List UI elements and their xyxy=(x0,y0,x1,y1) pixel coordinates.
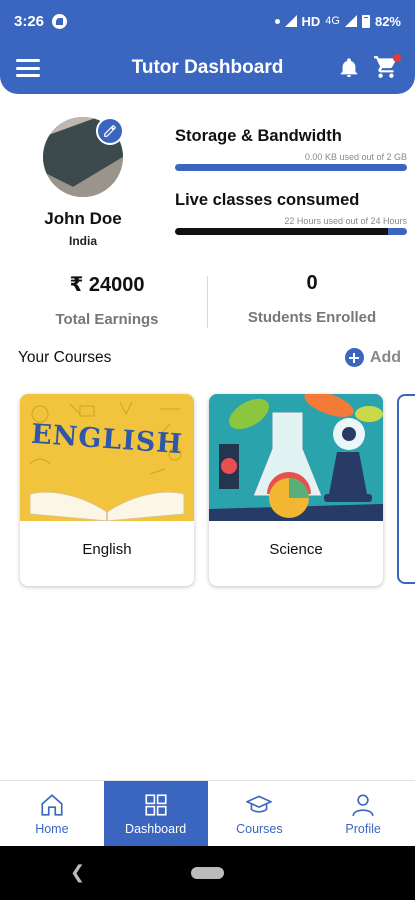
network-label: HD xyxy=(301,13,321,29)
storage-title: Storage & Bandwidth xyxy=(175,127,342,145)
students-value: 0 xyxy=(306,272,318,294)
wifi-signal-icon xyxy=(284,15,297,27)
cell-signal-icon xyxy=(344,15,357,27)
page-title: Tutor Dashboard xyxy=(131,57,284,78)
dot-icon xyxy=(274,18,280,24)
cart-button[interactable] xyxy=(373,54,401,82)
notification-dot xyxy=(393,54,401,62)
storage-usage: Storage & Bandwidth 0.00 KB used out of … xyxy=(175,127,407,171)
add-label: Add xyxy=(369,348,401,366)
nav-courses-label: Courses xyxy=(236,822,283,836)
home-gesture-pill[interactable] xyxy=(191,867,224,879)
storage-detail: 0.00 KB used out of 2 GB xyxy=(304,152,407,162)
students-label: Students Enrolled xyxy=(247,309,377,326)
course-card-science[interactable]: Science xyxy=(209,394,383,586)
app-notification-icon xyxy=(52,13,68,29)
students-enrolled-stat: 0 Students Enrolled xyxy=(222,272,402,326)
bell-icon[interactable] xyxy=(338,56,360,80)
battery-icon xyxy=(361,14,370,28)
graduation-cap-icon xyxy=(246,795,273,813)
menu-icon[interactable] xyxy=(16,59,40,77)
battery-level: 82% xyxy=(374,13,401,29)
edit-profile-button[interactable] xyxy=(96,117,124,145)
network-type-label: 4G xyxy=(325,15,340,27)
live-classes-detail: 22 Hours used out of 24 Hours xyxy=(284,216,407,226)
earnings-label: Total Earnings xyxy=(55,311,159,328)
dashboard-icon xyxy=(145,794,167,816)
total-earnings-stat: ₹ 24000 Total Earnings xyxy=(17,272,197,328)
status-icons: HD 4G 82% xyxy=(274,13,401,29)
pencil-icon xyxy=(104,125,116,137)
profile-name: John Doe xyxy=(44,209,122,228)
profile-country: India xyxy=(68,234,97,248)
live-classes-usage: Live classes consumed 22 Hours used out … xyxy=(175,191,407,235)
storage-progress-bar xyxy=(175,164,407,171)
system-navigation-bar: ❮ xyxy=(0,846,415,900)
live-classes-title: Live classes consumed xyxy=(175,191,360,209)
back-icon[interactable]: ❮ xyxy=(70,862,85,883)
course-name: English xyxy=(82,541,132,558)
nav-profile[interactable]: Profile xyxy=(311,781,415,847)
course-name: Science xyxy=(269,541,323,558)
earnings-value: ₹ 24000 xyxy=(69,274,145,296)
plus-circle-icon xyxy=(344,348,364,367)
course-card-english[interactable]: ENGLISH English xyxy=(20,394,194,586)
your-courses-heading: Your Courses xyxy=(18,349,112,366)
nav-profile-label: Profile xyxy=(345,822,381,836)
nav-home-label: Home xyxy=(35,822,69,836)
english-course-image: ENGLISH xyxy=(20,394,194,521)
home-icon xyxy=(41,794,63,816)
nav-dashboard[interactable]: Dashboard xyxy=(103,781,208,847)
lab-illustration xyxy=(209,394,383,521)
course-card-partial[interactable] xyxy=(397,394,415,584)
nav-home[interactable]: Home xyxy=(0,781,104,847)
person-icon xyxy=(352,794,374,817)
science-course-image xyxy=(209,394,383,521)
status-bar: 3:26 HD 4G 82% xyxy=(0,0,415,42)
nav-dashboard-label: Dashboard xyxy=(125,822,187,836)
live-classes-progress-bar xyxy=(175,228,407,235)
add-course-button[interactable]: Add xyxy=(344,348,401,367)
bottom-navigation: Home Dashboard Courses Profile xyxy=(0,780,415,847)
app-header: Tutor Dashboard xyxy=(0,42,415,94)
status-time: 3:26 xyxy=(14,12,45,30)
divider xyxy=(207,276,208,328)
nav-courses[interactable]: Courses xyxy=(208,781,312,847)
